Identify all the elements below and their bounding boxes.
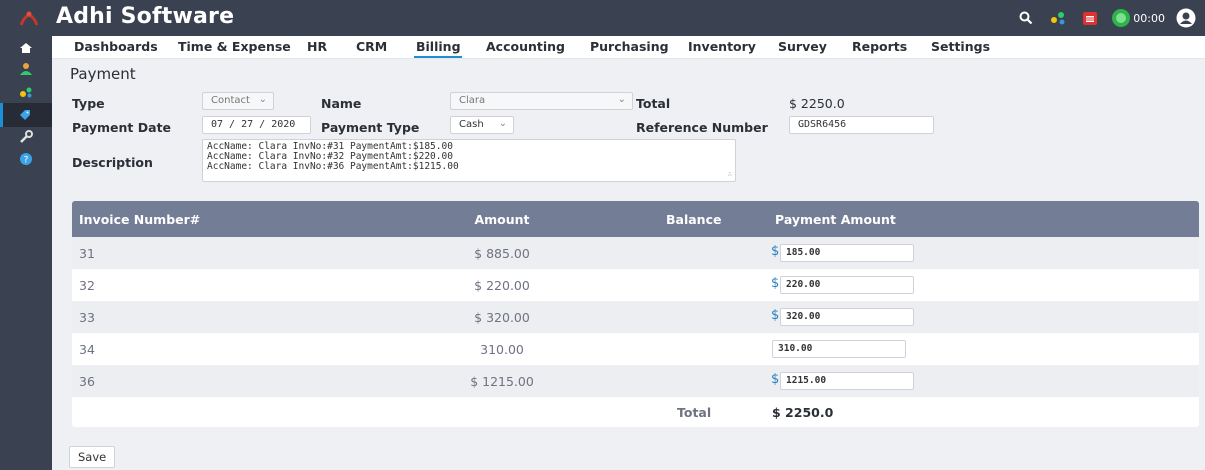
app-title: Adhi Software xyxy=(56,4,235,29)
svg-text:?: ? xyxy=(24,156,29,166)
sidebar-item-help[interactable]: ? xyxy=(0,147,52,171)
wrench-icon xyxy=(20,130,33,143)
top-icon-bar: 00:00 xyxy=(1015,7,1197,29)
main-nav: Dashboards Time & Expense HR CRM Billing… xyxy=(52,36,1205,59)
nav-settings[interactable]: Settings xyxy=(931,39,990,54)
type-value: Contact xyxy=(211,95,250,106)
invoice-amount: $ 320.00 xyxy=(474,310,530,325)
description-line: AccName: Clara InvNo:#36 PaymentAmt:$121… xyxy=(207,161,459,172)
header-balance: Balance xyxy=(666,212,722,227)
calendar-icon[interactable] xyxy=(1079,7,1101,29)
table-row: 36 $ 1215.00 $ 1215.00 xyxy=(72,365,1199,397)
invoice-number: 31 xyxy=(79,246,95,261)
share-icon xyxy=(20,87,32,98)
payment-date-field[interactable]: 07 / 27 / 2020 xyxy=(202,116,311,134)
nav-billing[interactable]: Billing xyxy=(416,39,461,54)
payment-amount-input[interactable]: 310.00 xyxy=(772,340,906,358)
payment-amount-input[interactable]: 220.00 xyxy=(780,276,914,294)
user-icon[interactable] xyxy=(1175,7,1197,29)
name-value: Clara xyxy=(459,95,486,106)
payment-type-select[interactable]: Cash ⌄ xyxy=(450,116,514,134)
payment-type-label: Payment Type xyxy=(321,120,420,135)
currency-symbol: $ xyxy=(771,276,780,291)
table-total-row: Total $ 2250.0 xyxy=(72,397,1199,427)
user-icon xyxy=(20,63,32,75)
payment-panel: Payment Type Contact ⌄ Name Clara ⌄ Tota… xyxy=(52,59,1205,470)
name-select[interactable]: Clara ⌄ xyxy=(450,92,633,110)
nav-active-indicator xyxy=(414,56,462,58)
reference-number-label: Reference Number xyxy=(636,120,768,135)
logo-icon xyxy=(19,11,39,26)
sidebar: ? xyxy=(0,36,52,470)
payment-date-label: Payment Date xyxy=(72,120,172,135)
invoice-number: 32 xyxy=(79,278,95,293)
tag-icon xyxy=(20,110,30,120)
invoice-number: 33 xyxy=(79,310,95,325)
nav-time-expense[interactable]: Time & Expense xyxy=(178,39,291,54)
table-row: 33 $ 320.00 $ 320.00 xyxy=(72,301,1199,333)
nav-reports[interactable]: Reports xyxy=(852,39,907,54)
invoice-amount: $ 885.00 xyxy=(474,246,530,261)
search-icon[interactable] xyxy=(1015,7,1037,29)
description-textarea[interactable]: AccName: Clara InvNo:#31 PaymentAmt:$185… xyxy=(202,139,736,182)
nav-survey[interactable]: Survey xyxy=(778,39,827,54)
name-label: Name xyxy=(321,96,362,111)
currency-symbol: $ xyxy=(771,372,780,387)
payment-amount-input[interactable]: 185.00 xyxy=(780,244,914,262)
invoice-amount: 310.00 xyxy=(480,342,524,357)
nav-accounting[interactable]: Accounting xyxy=(486,39,565,54)
table-row: 31 $ 885.00 $ 185.00 xyxy=(72,237,1199,269)
header-amount: Amount xyxy=(474,212,530,227)
nav-purchasing[interactable]: Purchasing xyxy=(590,39,669,54)
nav-crm[interactable]: CRM xyxy=(356,39,387,54)
total-value: $ 2250.0 xyxy=(789,96,845,111)
type-label: Type xyxy=(72,96,105,111)
header-invoice-number: Invoice Number# xyxy=(79,212,201,227)
currency-symbol: $ xyxy=(771,308,780,323)
total-label: Total xyxy=(636,96,671,111)
chevron-down-icon: ⌄ xyxy=(258,94,267,105)
timer-value: 00:00 xyxy=(1133,11,1165,25)
home-icon xyxy=(20,43,32,53)
timer-icon xyxy=(1112,9,1131,27)
reference-number-field[interactable]: GDSR6456 xyxy=(789,116,934,134)
invoice-number: 34 xyxy=(79,342,95,357)
payment-amount-input[interactable]: 320.00 xyxy=(780,308,914,326)
share-icon[interactable] xyxy=(1047,7,1069,29)
save-button[interactable]: Save xyxy=(69,446,116,468)
sidebar-item-billing[interactable] xyxy=(0,103,52,127)
table-row: 34 310.00 310.00 xyxy=(72,333,1199,365)
table-total-value: $ 2250.0 xyxy=(772,405,834,420)
help-icon: ? xyxy=(20,153,32,166)
invoice-amount: $ 1215.00 xyxy=(470,374,534,389)
timer-widget[interactable]: 00:00 xyxy=(1111,8,1165,28)
sidebar-item-tools[interactable] xyxy=(0,125,52,149)
type-select[interactable]: Contact ⌄ xyxy=(202,92,274,110)
header-payment-amount: Payment Amount xyxy=(775,212,896,227)
resize-grip-icon[interactable]: ∴ xyxy=(728,169,732,179)
nav-dashboards[interactable]: Dashboards xyxy=(74,39,158,54)
sidebar-item-share[interactable] xyxy=(0,80,52,104)
nav-hr[interactable]: HR xyxy=(307,39,327,54)
sidebar-item-user[interactable] xyxy=(0,57,52,81)
invoice-amount: $ 220.00 xyxy=(474,278,530,293)
page-title: Payment xyxy=(70,65,136,83)
table-row: 32 $ 220.00 $ 220.00 xyxy=(72,269,1199,301)
currency-symbol: $ xyxy=(771,244,780,259)
description-label: Description xyxy=(72,155,153,170)
table-total-label: Total xyxy=(677,405,712,420)
chevron-down-icon: ⌄ xyxy=(617,94,626,105)
payment-type-value: Cash xyxy=(459,119,484,130)
invoice-table-header: Invoice Number# Amount Balance Payment A… xyxy=(72,201,1199,237)
invoice-number: 36 xyxy=(79,374,95,389)
top-bar: Adhi Software 00:00 xyxy=(0,0,1205,36)
payment-amount-input[interactable]: 1215.00 xyxy=(780,372,914,390)
chevron-down-icon: ⌄ xyxy=(498,118,507,129)
nav-inventory[interactable]: Inventory xyxy=(688,39,756,54)
